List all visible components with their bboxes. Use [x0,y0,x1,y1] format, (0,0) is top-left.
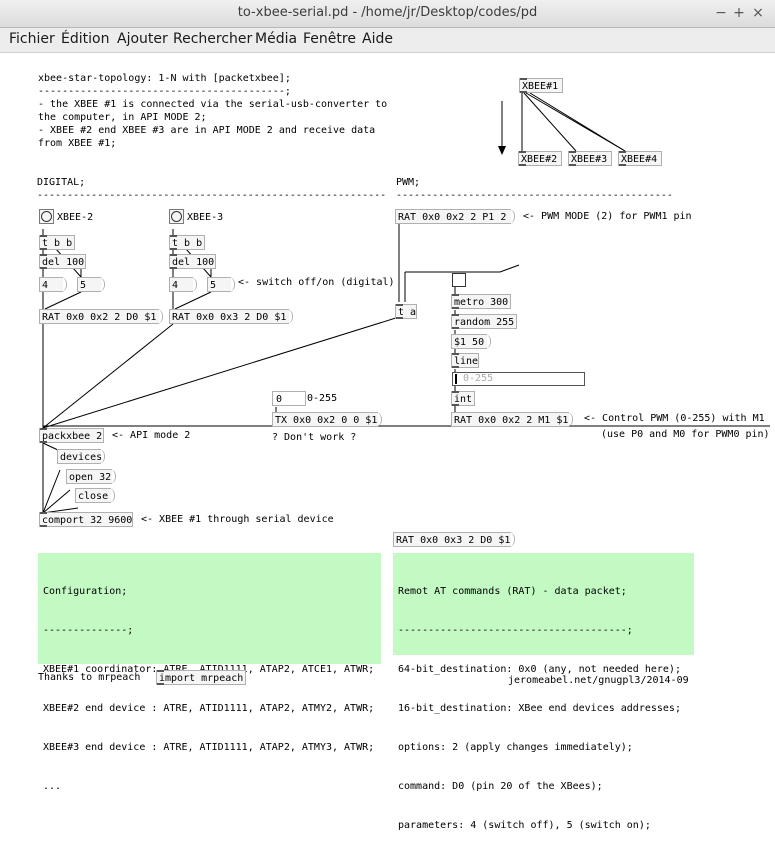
menu-aide[interactable]: Aide [362,31,393,47]
message-4-xbee3[interactable]: 4 [169,277,197,292]
rat-line-1: Remot AT commands (RAT) - data packet; [398,586,627,597]
configuration-comment-box: Configuration; --------------; XBEE#1 co… [38,553,381,792]
menu-fenetre[interactable]: Fenêtre [303,31,356,47]
number-atom-label: 0-255 [307,393,338,404]
rat-m1-message[interactable]: RAT 0x0 0x2 2 M1 $1 [451,412,573,427]
message-5-xbee3[interactable]: 5 [207,277,235,292]
minimize-button[interactable]: − [712,4,730,22]
header-comment-line-2: ----------------------------------------… [38,86,291,97]
random-object[interactable]: random 255 [451,314,517,329]
packxbee-object[interactable]: packxbee 2 [39,428,104,443]
metro-object[interactable]: metro 300 [451,294,511,309]
devices-message[interactable]: devices [57,449,105,464]
trigger-object-2[interactable]: t b b [169,235,205,250]
api-mode-comment: <- API mode 2 [112,430,191,441]
open-message[interactable]: open 32 [66,469,116,484]
bang-xbee3[interactable] [169,209,184,224]
rat-p1-message[interactable]: RAT 0x0 0x2 2 P1 2 [395,209,515,224]
ramp-message[interactable]: $1 50 [451,334,491,349]
menu-edition[interactable]: Édition [61,31,109,47]
title-bar: to-xbee-serial.pd - /home/jr/Desktop/cod… [0,0,775,28]
trigger-a-object[interactable]: t a [395,304,417,319]
pwm-heading: PWM; [396,177,421,188]
delay-object-2[interactable]: del 100 [169,254,216,269]
control-comment-1: <- Control PWM (0-255) with M1 [584,413,765,424]
pwm-rule: ----------------------------------------… [396,190,673,201]
rat-line-5: options: 2 (apply changes immediately); [398,742,633,753]
patch-canvas[interactable]: xbee-star-topology: 1-N with [packetxbee… [0,53,775,831]
window-title: to-xbee-serial.pd - /home/jr/Desktop/cod… [237,5,538,20]
header-comment-line-6: from XBEE #1; [38,138,117,149]
menu-ajouter[interactable]: Ajouter [117,31,168,47]
config-line-1: Configuration; [43,586,128,597]
close-button[interactable]: × [749,4,767,22]
import-mrpeach-object[interactable]: import mrpeach [156,670,246,685]
message-4-xbee2[interactable]: 4 [39,277,67,292]
xbee1-node[interactable]: XBEE#1 [519,78,563,93]
menu-fichier[interactable]: Fichier [9,31,55,47]
rat-line-6: command: D0 (pin 20 of the XBees); [398,781,603,792]
comport-comment: <- XBEE #1 through serial device [141,514,334,525]
number-atom[interactable]: 0 [272,391,306,406]
rat-d0-xbee3-message[interactable]: RAT 0x0 0x3 2 D0 $1 [169,309,293,324]
config-line-2: --------------; [43,625,134,636]
rat-line-2: --------------------------------------; [398,625,633,636]
tx-message[interactable]: TX 0x0 0x2 0 0 $1 [272,412,382,427]
xbee4-node[interactable]: XBEE#4 [618,151,662,166]
slider-label: 0-255 [463,373,494,384]
rat-d0-bottom-message[interactable]: RAT 0x0 0x3 2 D0 $1 [393,532,515,547]
tx-comment: ? Don't work ? [272,432,357,443]
digital-heading: DIGITAL; [37,177,86,188]
digital-rule: ----------------------------------------… [37,190,387,201]
rat-line-7: parameters: 4 (switch off), 5 (switch on… [398,820,651,831]
close-message[interactable]: close [75,488,115,503]
config-line-6: ... [43,781,62,792]
maximize-button[interactable]: + [730,4,748,22]
bang-circle-icon [171,211,182,222]
trigger-object-1[interactable]: t b b [39,235,75,250]
pwm-mode-comment: <- PWM MODE (2) for PWM1 pin [523,211,692,222]
credit-comment: jeromeabel.net/gnugpl3/2014-09 [508,675,689,686]
rat-d0-xbee2-message[interactable]: RAT 0x0 0x2 2 D0 $1 [39,309,163,324]
control-comment-2: (use P0 and M0 for PWM0 pin) [601,429,770,440]
bang-xbee3-label: XBEE-3 [187,212,224,223]
int-object[interactable]: int [451,391,475,406]
pwm-slider[interactable]: 0-255 [452,372,585,386]
metro-toggle[interactable] [452,273,466,287]
config-line-5: XBEE#3 end device : ATRE, ATID1111, ATAP… [43,742,375,753]
rat-comment-box: Remot AT commands (RAT) - data packet; -… [393,553,694,831]
menu-rechercher[interactable]: Rechercher [173,31,252,47]
slider-handle[interactable] [455,374,457,384]
bang-xbee2-label: XBEE-2 [57,212,94,223]
switch-comment: <- switch off/on (digital) [238,277,395,288]
config-line-4: XBEE#2 end device : ATRE, ATID1111, ATAP… [43,703,375,714]
comport-object[interactable]: comport 32 9600 [39,512,133,527]
header-comment-line-1: xbee-star-topology: 1-N with [packetxbee… [38,73,291,84]
menu-media[interactable]: Média [255,31,297,47]
thanks-comment: Thanks to mrpeach [38,672,141,683]
bang-xbee2[interactable] [39,209,54,224]
bang-circle-icon [41,211,52,222]
delay-object-1[interactable]: del 100 [39,254,86,269]
header-comment-line-3: - the XBEE #1 is connected via the seria… [38,99,388,110]
menu-bar: Fichier Édition Ajouter Rechercher Média… [0,28,775,53]
rat-line-4: 16-bit_destination: XBee end devices add… [398,703,681,714]
message-5-xbee2[interactable]: 5 [77,277,105,292]
line-object[interactable]: line [451,353,479,368]
header-comment-line-5: - XBEE #2 end XBEE #3 are in API MODE 2 … [38,125,376,136]
header-comment-line-4: the computer, in API MODE 2; [38,112,207,123]
xbee2-node[interactable]: XBEE#2 [518,151,562,166]
xbee3-node[interactable]: XBEE#3 [568,151,612,166]
